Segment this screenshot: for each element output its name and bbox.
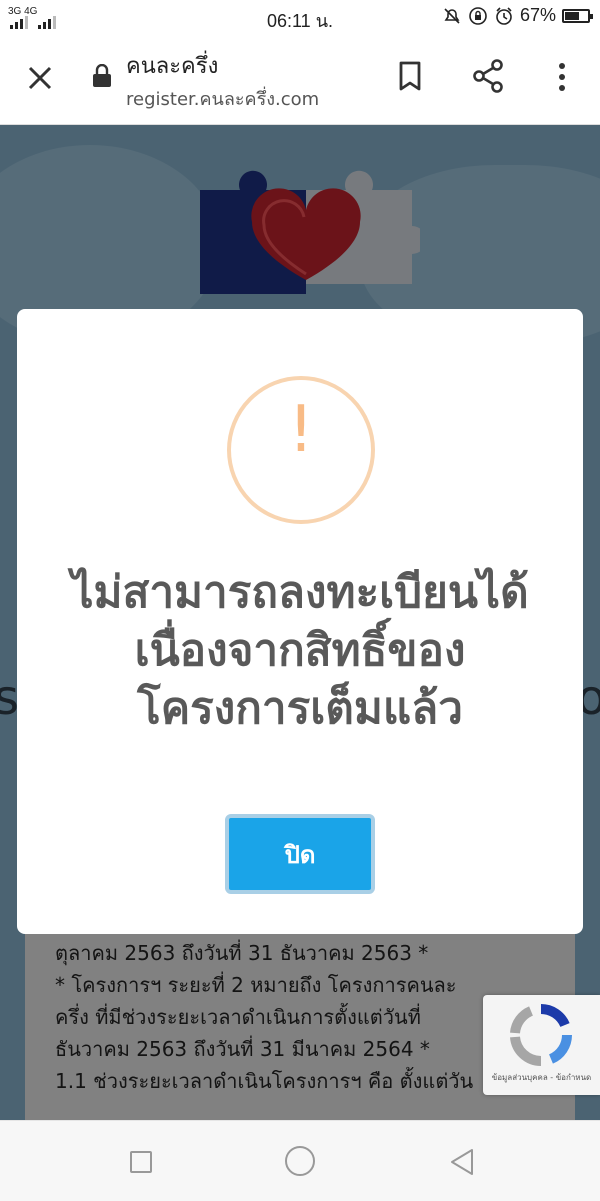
- close-icon: [28, 66, 52, 90]
- recaptcha-links[interactable]: ข้อมูลส่วนบุคคล - ข้อกำหนด: [487, 1071, 596, 1084]
- status-icons: 67%: [442, 5, 593, 26]
- alert-message-line: เนื่องจากสิทธิ์ของ: [134, 625, 466, 676]
- alert-message: ไม่สามารถลงทะเบียนได้ เนื่องจากสิทธิ์ของ…: [37, 564, 563, 738]
- lock-icon: [93, 64, 111, 87]
- alert-message-line: ไม่สามารถลงทะเบียนได้: [71, 567, 529, 618]
- rotation-lock-icon: [469, 6, 487, 25]
- back-icon[interactable]: [448, 1147, 476, 1177]
- battery-percent: 67%: [519, 5, 556, 25]
- url-text[interactable]: register.คนละครึ่ง.com: [126, 84, 319, 113]
- mute-icon: [444, 7, 460, 24]
- system-nav-bar: [0, 1120, 600, 1201]
- home-icon[interactable]: [285, 1146, 315, 1176]
- recaptcha-icon: [510, 1004, 572, 1067]
- browser-toolbar: คนละครึ่ง register.คนละครึ่ง.com: [0, 34, 600, 125]
- recents-icon[interactable]: [130, 1151, 152, 1173]
- close-tab-button[interactable]: [22, 60, 58, 96]
- exclamation-icon: !: [288, 393, 314, 467]
- warning-icon: !: [227, 376, 375, 524]
- share-icon[interactable]: [470, 58, 506, 94]
- alert-dialog: ! ไม่สามารถลงทะเบียนได้ เนื่องจากสิทธิ์ข…: [17, 309, 583, 934]
- alert-message-line: โครงการเต็มแล้ว: [137, 683, 463, 734]
- close-dialog-button[interactable]: ปิด: [225, 814, 375, 894]
- bookmark-icon[interactable]: [394, 60, 426, 92]
- status-bar: 3G 4G 06:11 น. 67%: [0, 0, 600, 34]
- page-title[interactable]: คนละครึ่ง: [126, 48, 218, 83]
- more-vert-icon[interactable]: [552, 60, 572, 94]
- alarm-icon: [496, 6, 512, 25]
- recaptcha-badge[interactable]: ข้อมูลส่วนบุคคล - ข้อกำหนด: [483, 995, 600, 1095]
- battery-icon: [562, 8, 593, 23]
